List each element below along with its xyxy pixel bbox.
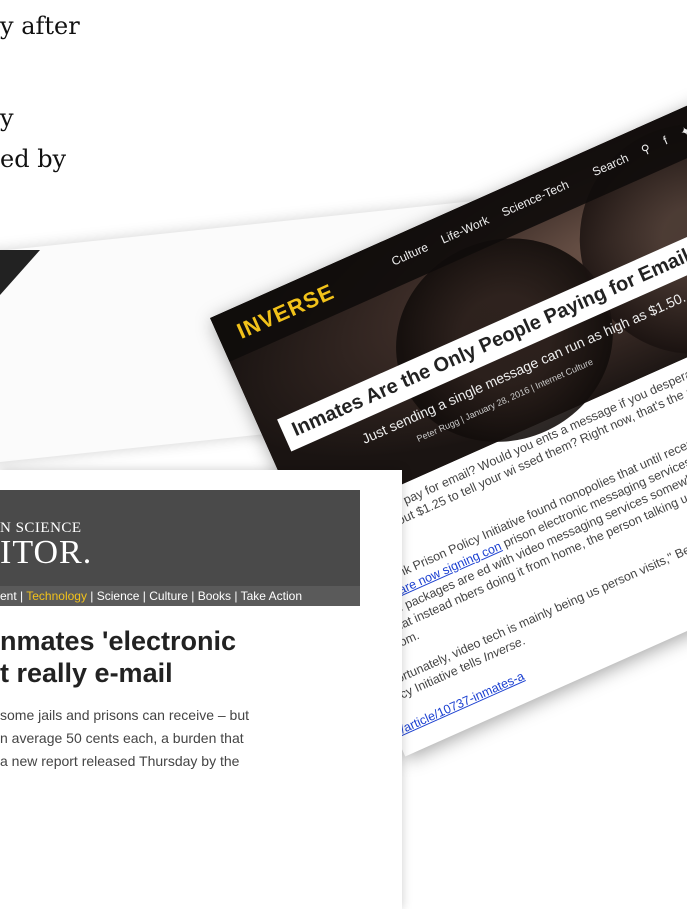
monitor-lede: some jails and prisons can receive – but… bbox=[0, 704, 400, 773]
headline-line: nmates 'electronic bbox=[0, 626, 237, 656]
nav-item-technology[interactable]: Technology bbox=[26, 589, 87, 603]
monitor-logo[interactable]: ITOR. bbox=[0, 534, 92, 572]
nav-items[interactable]: | Science | Culture | Books | Take Actio… bbox=[87, 589, 302, 603]
lede-line: a new report released Thursday by the bbox=[0, 753, 240, 769]
monitor-headline: nmates 'electronic t really e-mail bbox=[0, 625, 236, 689]
nav-item-search[interactable]: Search ⚲ bbox=[579, 141, 652, 184]
nav-item-life-work[interactable]: Life-Work bbox=[439, 213, 491, 247]
search-label: Search bbox=[590, 150, 631, 180]
nav-item[interactable]: ent | bbox=[0, 589, 26, 603]
search-icon: ⚲ bbox=[638, 140, 653, 158]
lede-line: some jails and prisons can receive – but bbox=[0, 707, 250, 723]
nav-item-science-tech[interactable]: Science-Tech bbox=[499, 177, 571, 219]
headline-line: t really e-mail bbox=[0, 658, 173, 688]
monitor-banner: N SCIENCE ITOR. ent | Technology | Scien… bbox=[0, 490, 360, 606]
twitter-icon[interactable]: ✦ bbox=[678, 123, 687, 140]
lede-line: n average 50 cents each, a burden that bbox=[0, 730, 244, 746]
monitor-article-card: N SCIENCE ITOR. ent | Technology | Scien… bbox=[0, 470, 402, 909]
background-text-line: y bbox=[0, 104, 14, 132]
background-text-line: y after bbox=[0, 12, 80, 40]
dark-card-corner bbox=[0, 250, 40, 295]
monitor-nav: ent | Technology | Science | Culture | B… bbox=[0, 586, 360, 606]
nav-item-culture[interactable]: Culture bbox=[389, 240, 430, 269]
background-text-line: ed by bbox=[0, 145, 67, 173]
facebook-icon[interactable]: f bbox=[661, 133, 670, 147]
